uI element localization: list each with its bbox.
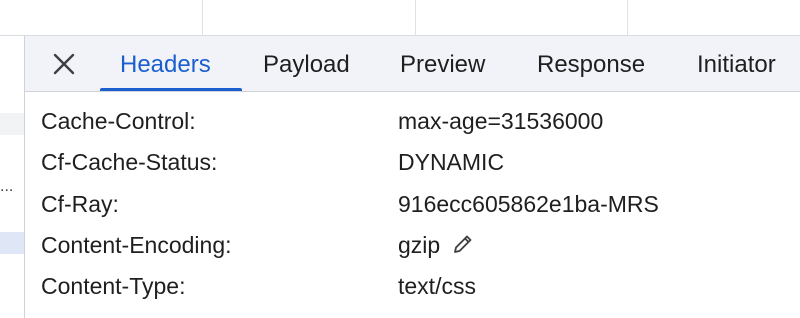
tab-response[interactable]: Response (537, 36, 645, 91)
request-row[interactable] (0, 44, 24, 66)
active-tab-indicator (100, 88, 242, 91)
request-row-selected[interactable] (0, 232, 24, 254)
header-name: Cf-Cache-Status: (41, 149, 218, 175)
network-table-header (0, 0, 800, 36)
column-divider[interactable] (415, 0, 416, 35)
header-value-wrap: gzip (398, 232, 474, 259)
header-value: max-age=31536000 (398, 108, 604, 134)
details-tabbar: Headers Payload Preview Response Initiat… (25, 36, 800, 92)
header-name: Cf-Ray: (41, 191, 119, 217)
tab-initiator[interactable]: Initiator (697, 36, 776, 91)
request-row[interactable] (0, 113, 24, 135)
close-icon (53, 53, 75, 75)
truncation-ellipsis: ... (0, 285, 1, 303)
tab-payload[interactable]: Payload (263, 36, 350, 91)
column-divider[interactable] (202, 0, 203, 35)
header-row: Content-Type: text/css (25, 265, 800, 306)
header-value: DYNAMIC (398, 149, 505, 175)
header-name: Content-Encoding: (41, 232, 232, 258)
header-row: Cf-Ray: 916ecc605862e1ba-MRS (25, 183, 800, 224)
header-name: Content-Type: (41, 273, 186, 299)
close-button[interactable] (51, 51, 77, 77)
tab-preview[interactable]: Preview (400, 36, 485, 91)
column-divider[interactable] (627, 0, 628, 35)
pencil-icon[interactable] (452, 233, 474, 255)
tab-headers[interactable]: Headers (120, 36, 211, 91)
request-row[interactable]: ... (0, 284, 24, 306)
header-value: gzip (398, 232, 441, 258)
header-value: 916ecc605862e1ba-MRS (398, 191, 659, 217)
request-details-panel: Headers Payload Preview Response Initiat… (25, 36, 800, 318)
header-row: Cache-Control: max-age=31536000 (25, 100, 800, 141)
header-value: text/css (398, 273, 476, 299)
header-row: Cf-Cache-Status: DYNAMIC (25, 141, 800, 182)
request-list: ... ... (0, 36, 25, 318)
request-row[interactable]: ... (0, 177, 24, 199)
truncation-ellipsis: ... (0, 178, 14, 195)
header-row: Content-Encoding: gzip (25, 224, 800, 265)
header-name: Cache-Control: (41, 108, 196, 134)
